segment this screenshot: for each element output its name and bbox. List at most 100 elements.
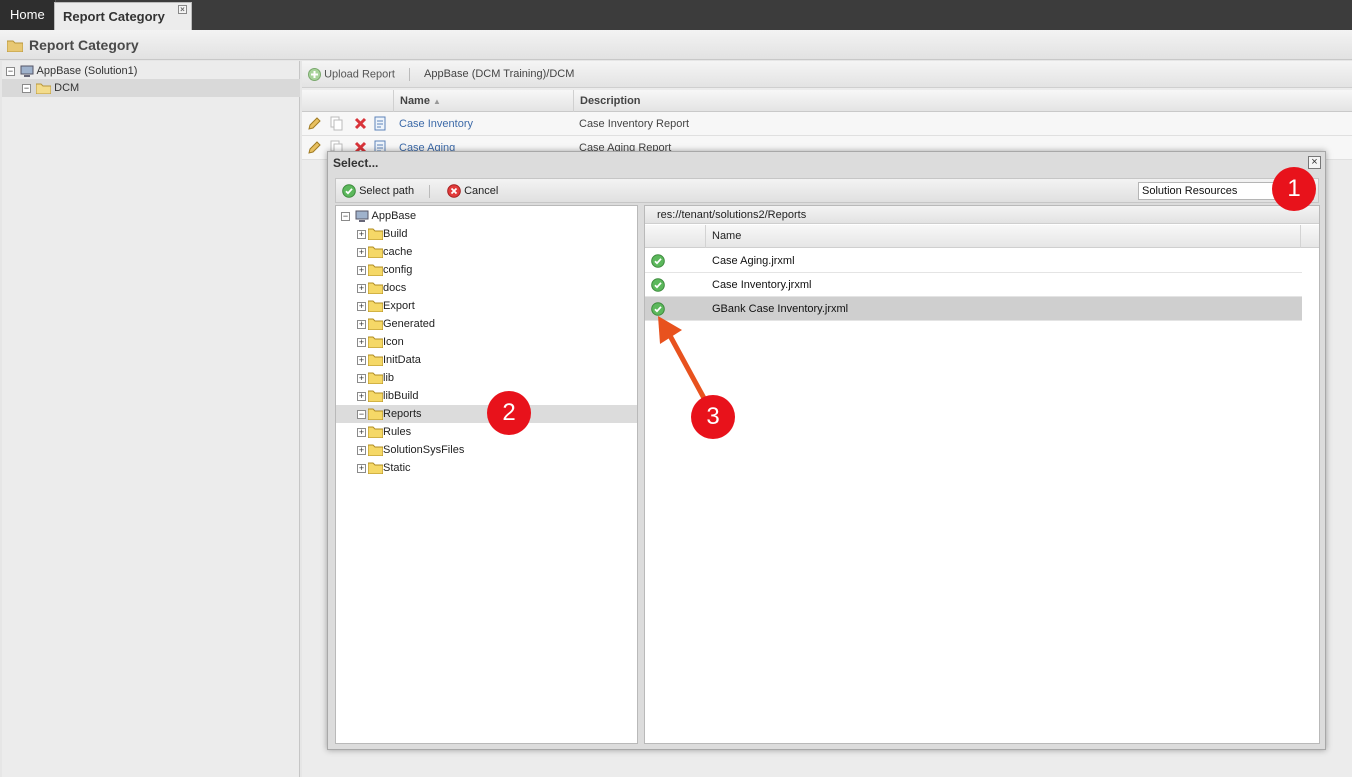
expand-icon[interactable]: + bbox=[357, 337, 366, 347]
tree-node-appbase-solution[interactable]: − AppBase (Solution1) bbox=[6, 62, 137, 80]
delete-icon[interactable] bbox=[353, 116, 368, 131]
tree-node-folder[interactable]: + lib bbox=[336, 369, 637, 387]
expand-icon[interactable]: + bbox=[357, 355, 366, 365]
expand-icon[interactable]: + bbox=[357, 265, 366, 275]
sort-asc-icon: ▲ bbox=[433, 97, 441, 106]
tree-node-label: cache bbox=[383, 246, 413, 258]
tree-node-folder[interactable]: + Build bbox=[336, 225, 637, 243]
expand-icon[interactable]: + bbox=[357, 319, 366, 329]
cancel-button[interactable]: Cancel bbox=[447, 184, 498, 198]
tab-home[interactable]: Home bbox=[0, 0, 56, 30]
top-tab-bar: Home Report Category × bbox=[0, 0, 1352, 30]
tree-node-label: InitData bbox=[383, 354, 421, 366]
file-row[interactable]: GBank Case Inventory.jrxml bbox=[645, 297, 1302, 321]
expand-icon[interactable]: + bbox=[357, 445, 366, 455]
add-icon bbox=[308, 68, 321, 81]
table-row[interactable]: Case Inventory Case Inventory Report bbox=[302, 112, 1352, 136]
tree-node-folder[interactable]: + config bbox=[336, 261, 637, 279]
dialog-toolbar: Select path Cancel Solution Resources bbox=[335, 178, 1319, 203]
tree-node-folder[interactable]: + Static bbox=[336, 459, 637, 477]
folder-icon bbox=[367, 246, 384, 259]
expand-icon[interactable]: + bbox=[357, 283, 366, 293]
folder-icon bbox=[367, 264, 384, 277]
tree-node-label: docs bbox=[383, 282, 407, 294]
edit-icon[interactable] bbox=[307, 116, 322, 131]
tree-node-folder[interactable]: + SolutionSysFiles bbox=[336, 441, 637, 459]
check-circle-icon bbox=[651, 278, 665, 292]
tree-node-label: Rules bbox=[383, 426, 412, 438]
folder-icon bbox=[367, 318, 384, 331]
category-tree-panel: − AppBase (Solution1) − DCM bbox=[2, 61, 300, 777]
expand-icon[interactable]: + bbox=[357, 229, 366, 239]
tree-node-dcm[interactable]: − DCM bbox=[2, 79, 300, 97]
current-path: res://tenant/solutions2/Reports bbox=[645, 206, 1319, 224]
breadcrumb: AppBase (DCM Training)/DCM bbox=[424, 68, 575, 80]
tree-node-appbase[interactable]: − AppBase bbox=[336, 207, 637, 225]
check-circle-icon bbox=[651, 254, 665, 268]
tree-node-folder[interactable]: + docs bbox=[336, 279, 637, 297]
folder-icon bbox=[367, 282, 384, 295]
edit-icon[interactable] bbox=[307, 140, 322, 155]
column-header-name[interactable]: Name ▲ bbox=[393, 90, 573, 112]
folder-icon bbox=[367, 300, 384, 313]
file-row[interactable]: Case Aging.jrxml bbox=[645, 249, 1302, 273]
tree-node-label: Static bbox=[383, 462, 411, 474]
expand-icon[interactable]: + bbox=[357, 247, 366, 257]
tab-close-icon[interactable]: × bbox=[178, 5, 187, 14]
tree-node-folder[interactable]: + Rules bbox=[336, 423, 637, 441]
collapse-icon[interactable]: − bbox=[6, 66, 15, 76]
tab-report-category[interactable]: Report Category × bbox=[54, 2, 192, 30]
expand-icon[interactable]: + bbox=[357, 427, 366, 437]
tree-node-label: lib bbox=[383, 372, 395, 384]
tree-node-label: DCM bbox=[54, 82, 80, 94]
collapse-icon[interactable]: − bbox=[341, 211, 350, 221]
file-name: Case Aging.jrxml bbox=[712, 255, 795, 267]
tree-node-folder[interactable]: + Icon bbox=[336, 333, 637, 351]
select-path-dialog: Select... × Select path Cancel Solution … bbox=[327, 151, 1326, 750]
expand-icon[interactable]: + bbox=[357, 301, 366, 311]
tree-node-label: Generated bbox=[383, 318, 435, 330]
page-header: Report Category bbox=[0, 30, 1352, 60]
expand-icon[interactable]: + bbox=[357, 373, 366, 383]
file-name: GBank Case Inventory.jrxml bbox=[712, 303, 849, 315]
file-row[interactable]: Case Inventory.jrxml bbox=[645, 273, 1302, 297]
folder-icon bbox=[367, 408, 384, 421]
tree-node-folder[interactable]: + libBuild bbox=[336, 387, 637, 405]
expand-icon[interactable]: + bbox=[357, 391, 366, 401]
tree-node-label: Icon bbox=[383, 336, 404, 348]
check-circle-icon bbox=[342, 184, 356, 198]
toolbar-divider bbox=[429, 185, 430, 198]
folder-icon bbox=[367, 390, 384, 403]
tree-node-folder[interactable]: + InitData bbox=[336, 351, 637, 369]
tree-node-folder[interactable]: + Generated bbox=[336, 315, 637, 333]
folder-icon bbox=[367, 336, 384, 349]
folder-icon bbox=[7, 40, 23, 52]
cancel-icon bbox=[447, 184, 461, 198]
annotation-badge-2: 2 bbox=[487, 391, 531, 435]
collapse-icon[interactable]: − bbox=[357, 409, 366, 419]
copy-icon[interactable] bbox=[329, 116, 344, 131]
report-icon[interactable] bbox=[373, 116, 388, 131]
folder-icon bbox=[367, 372, 384, 385]
tree-node-folder[interactable]: + Export bbox=[336, 297, 637, 315]
folder-icon bbox=[367, 354, 384, 367]
page-title: Report Category bbox=[29, 37, 139, 53]
tree-node-label: Export bbox=[383, 300, 415, 312]
annotation-badge-1: 1 bbox=[1272, 167, 1316, 211]
collapse-icon[interactable]: − bbox=[22, 83, 31, 93]
upload-report-button[interactable]: Upload Report bbox=[308, 68, 395, 81]
annotation-badge-3: 3 bbox=[691, 395, 735, 439]
close-icon[interactable]: × bbox=[1308, 156, 1321, 169]
file-name: Case Inventory.jrxml bbox=[712, 279, 812, 291]
column-header-description[interactable]: Description bbox=[573, 90, 1352, 112]
select-path-button[interactable]: Select path bbox=[342, 184, 414, 198]
column-header-name[interactable]: Name bbox=[705, 225, 1301, 248]
report-description: Case Inventory Report bbox=[579, 118, 690, 130]
report-name-link[interactable]: Case Inventory bbox=[399, 112, 473, 136]
column-header-name-label: Name bbox=[400, 95, 430, 107]
report-toolbar: Upload Report AppBase (DCM Training)/DCM bbox=[302, 61, 1352, 88]
tree-node-label: Reports bbox=[383, 408, 422, 420]
tree-node-folder[interactable]: + cache bbox=[336, 243, 637, 261]
expand-icon[interactable]: + bbox=[357, 463, 366, 473]
folder-icon bbox=[367, 228, 384, 241]
